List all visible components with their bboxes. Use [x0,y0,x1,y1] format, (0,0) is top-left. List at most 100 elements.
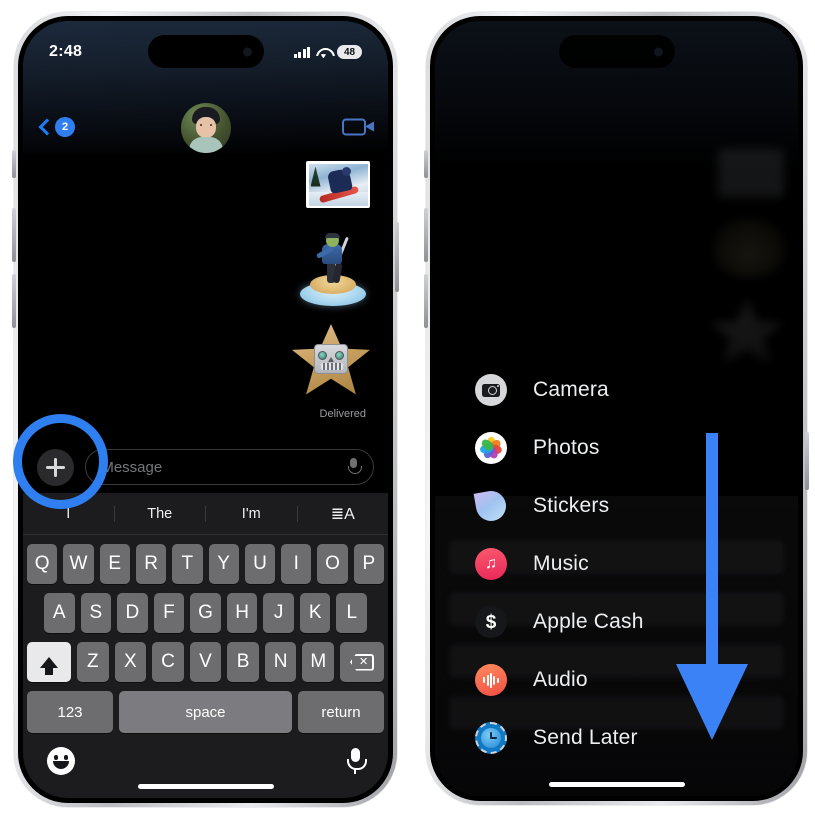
text-format-icon[interactable]: ≣A [298,504,389,524]
keyboard-row-2: A S D F G H J K L [23,593,388,633]
wifi-icon [316,47,331,58]
key-k[interactable]: K [299,593,331,633]
keyboard-bottom-bar [23,733,388,775]
key-p[interactable]: P [353,544,384,584]
status-indicators: 48 [293,45,362,59]
cellular-signal-icon [293,46,310,58]
menu-item-camera[interactable]: Camera [475,361,644,419]
silent-switch-right[interactable] [424,150,428,178]
key-v[interactable]: V [189,642,222,682]
menu-item-photos[interactable]: Photos [475,419,644,477]
key-d[interactable]: D [117,593,148,633]
menu-item-stickers[interactable]: Stickers [473,477,644,535]
robot-star-sticker[interactable] [240,324,370,396]
menu-item-apple-cash[interactable]: $ Apple Cash [475,593,644,651]
keyboard-row-4: 123 space return [23,691,388,733]
return-key[interactable]: return [298,691,384,733]
key-n[interactable]: N [264,642,297,682]
key-c[interactable]: C [152,642,184,682]
key-g[interactable]: G [190,593,221,633]
onscreen-keyboard: I The I'm ≣A Q W E R T Y U I O P A S D F… [23,493,388,798]
emoji-smiley-icon[interactable] [47,747,75,775]
key-j[interactable]: J [263,593,294,633]
stickers-icon [473,488,509,524]
volume-down-button-right[interactable] [424,274,428,328]
prediction-1[interactable]: The [115,505,206,522]
conversation-nav-bar: 2 [23,99,388,155]
left-phone-screen: 2:48 48 2 Delivered iMessage I The I'm ≣… [23,21,388,798]
delivery-status: Delivered [319,408,366,420]
key-s[interactable]: S [80,593,112,633]
key-l[interactable]: L [336,593,368,633]
screenshot-stage: 2:48 48 2 Delivered iMessage I The I'm ≣… [0,0,815,817]
menu-label-photos: Photos [533,436,600,459]
key-u[interactable]: U [244,544,276,584]
numbers-key[interactable]: 123 [27,691,113,733]
menu-label-send-later: Send Later [533,726,638,749]
dynamic-island-right [558,35,675,68]
silent-switch[interactable] [12,150,16,178]
menu-label-stickers: Stickers [533,494,610,517]
dictation-microphone-icon[interactable] [346,748,367,774]
status-time: 2:48 [49,43,83,60]
menu-label-audio: Audio [533,668,588,691]
attachment-menu-list: Camera Photos Stickers ♫ Music $ Apple C… [473,361,644,767]
menu-label-apple-cash: Apple Cash [533,610,644,633]
message-input-field[interactable]: iMessage [85,449,374,485]
key-y[interactable]: Y [208,544,239,584]
power-button-right[interactable] [805,432,809,490]
space-key[interactable]: space [119,691,292,733]
home-indicator [137,784,274,789]
key-m[interactable]: M [302,642,335,682]
volume-down-button[interactable] [12,274,16,328]
prediction-2[interactable]: I'm [206,505,298,522]
music-note-icon: ♫ [475,548,507,580]
camera-icon [475,374,507,406]
snowboarder-photo-sticker[interactable] [240,161,370,208]
volume-up-button-right[interactable] [424,208,428,262]
delete-backspace-icon: ✕ [350,654,374,671]
contact-avatar-button[interactable] [180,103,231,153]
key-q[interactable]: Q [27,544,58,584]
key-e[interactable]: E [99,544,130,584]
chevron-left-icon [38,118,56,136]
volume-up-button[interactable] [12,208,16,262]
microphone-icon[interactable] [346,457,362,477]
audio-waveform-icon [475,664,507,696]
clock-icon [475,722,507,754]
dimmed-stickers-background [664,149,784,387]
key-o[interactable]: O [317,544,348,584]
back-button[interactable]: 2 [38,117,75,137]
avatar [180,103,231,153]
key-t[interactable]: T [172,544,203,584]
left-phone-frame: 2:48 48 2 Delivered iMessage I The I'm ≣… [12,12,399,807]
video-camera-icon [342,118,366,136]
messages-conversation: 2:48 48 2 Delivered iMessage I The I'm ≣… [23,21,388,798]
golfer-figurine-sticker[interactable] [240,224,370,308]
key-a[interactable]: A [43,593,75,633]
key-r[interactable]: R [135,544,167,584]
menu-label-camera: Camera [533,378,609,401]
facetime-button[interactable] [342,118,374,136]
key-b[interactable]: B [227,642,259,682]
shift-key[interactable] [26,642,71,682]
keyboard-row-3: Z X C V B N M ✕ [23,642,388,682]
key-x[interactable]: X [114,642,147,682]
plus-button-highlight [13,414,108,509]
key-z[interactable]: Z [76,642,109,682]
shift-arrow-icon [39,656,58,675]
home-indicator-right [548,782,685,787]
menu-item-music[interactable]: ♫ Music [475,535,644,593]
status-bar: 2:48 48 [23,37,388,67]
unread-count-badge: 2 [55,117,75,137]
photos-icon [475,432,507,464]
key-w[interactable]: W [63,544,94,584]
key-i[interactable]: I [281,544,312,584]
delete-key[interactable]: ✕ [340,642,385,682]
key-h[interactable]: H [226,593,258,633]
battery-indicator: 48 [337,45,362,59]
menu-item-audio[interactable]: Audio [475,651,644,709]
menu-item-send-later[interactable]: Send Later [475,709,644,767]
key-f[interactable]: F [153,593,185,633]
power-button[interactable] [395,222,399,292]
